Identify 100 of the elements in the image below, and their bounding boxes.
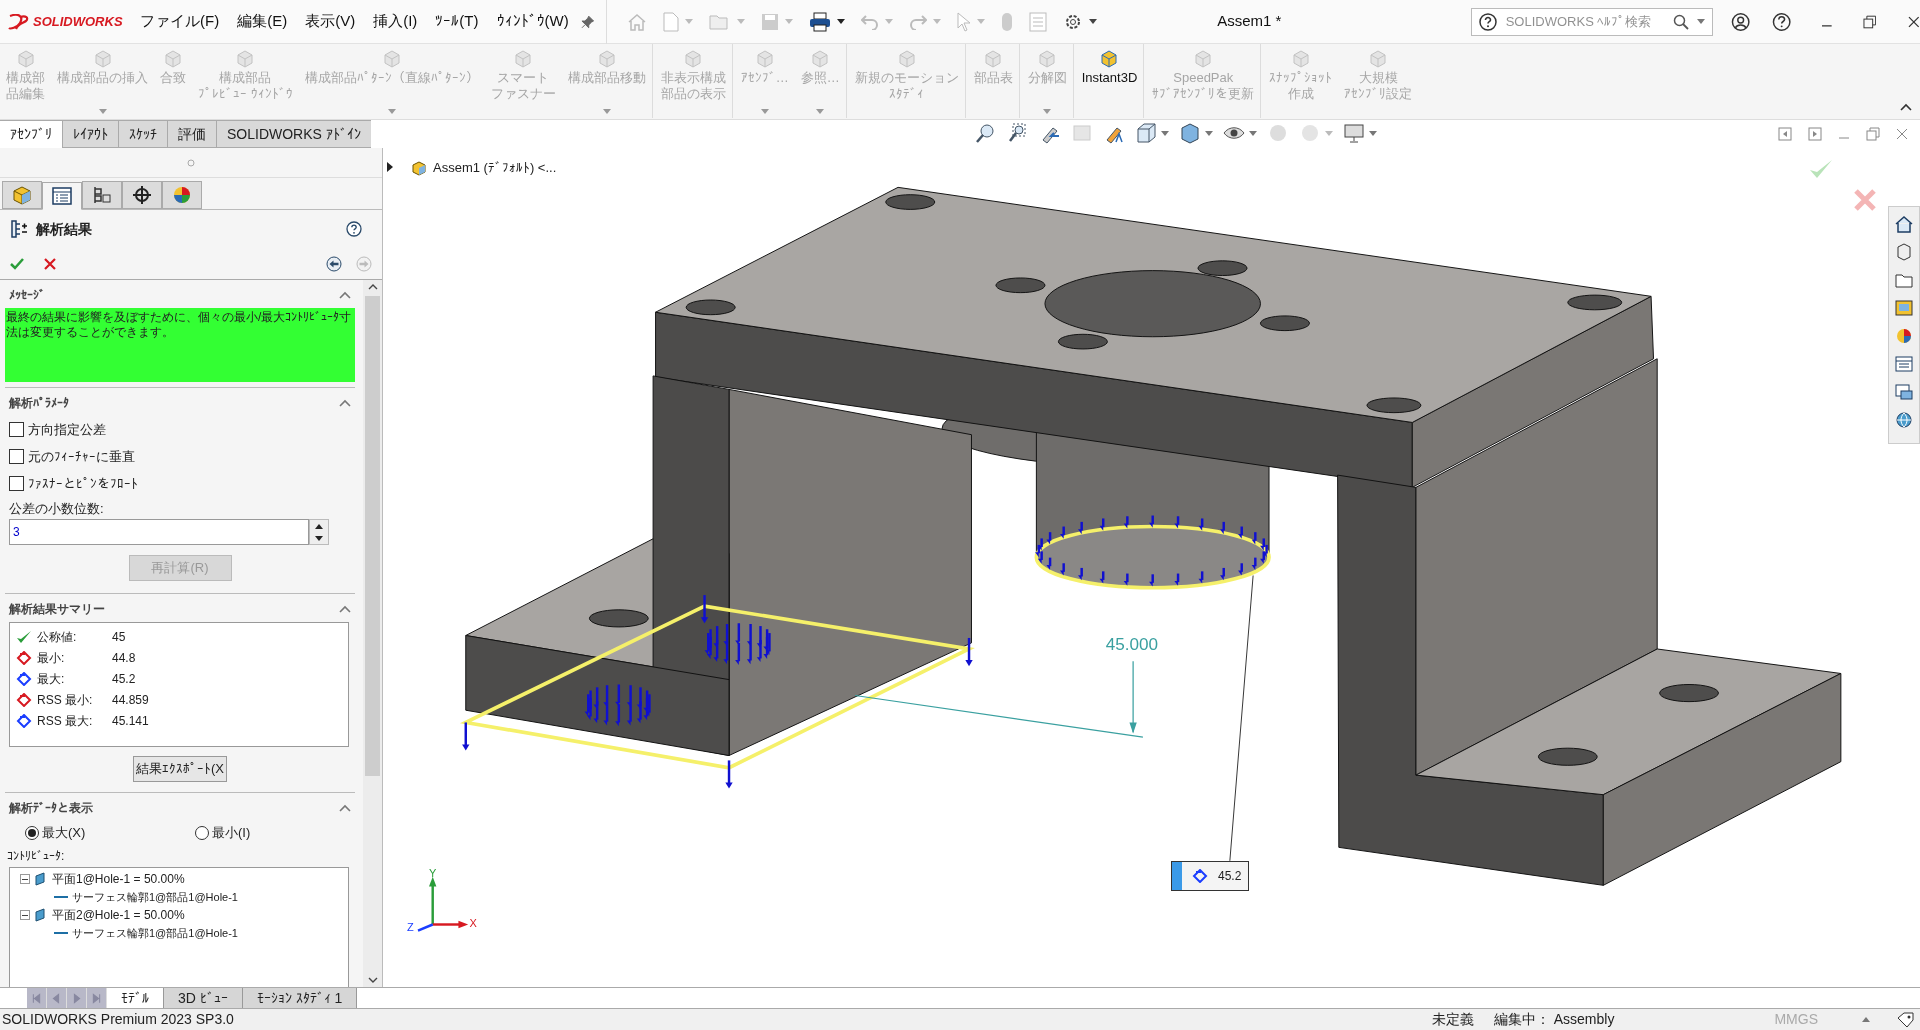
document-tab[interactable]: 3D ﾋﾞｭｰ: [164, 988, 243, 1008]
export-button[interactable]: 結果ｴｸｽﾎﾟｰﾄ(X: [133, 756, 227, 782]
summary-label: RSS 最小:: [37, 691, 94, 709]
search-icon[interactable]: [1672, 13, 1689, 30]
caret-icon: [760, 109, 769, 114]
zoom-to-fit-icon[interactable]: [975, 122, 997, 144]
previous-document-icon[interactable]: [1778, 127, 1792, 141]
cube-icon: [810, 50, 831, 68]
ds-logo-icon: [8, 13, 30, 30]
restore-icon[interactable]: [1862, 14, 1877, 29]
zoom-area-icon[interactable]: [1007, 122, 1029, 144]
caret-up-icon[interactable]: [1862, 1017, 1870, 1022]
checkbox[interactable]: [9, 449, 24, 464]
cube-icon: [1099, 50, 1120, 68]
tag-icon[interactable]: [1896, 1011, 1914, 1028]
help-icon: [1478, 12, 1497, 31]
house-icon[interactable]: [1895, 215, 1913, 233]
scroll-down-icon[interactable]: [367, 977, 378, 983]
caret-icon: [1249, 130, 1257, 136]
menu-item[interactable]: 編集(E): [237, 10, 288, 33]
cube-icon: [1290, 50, 1311, 68]
monitor-icon[interactable]: [1343, 122, 1365, 144]
account-icon[interactable]: [1730, 11, 1750, 32]
section-heading: 解析ﾊﾟﾗﾒｰﾀ: [9, 395, 69, 412]
ok-check-icon[interactable]: [10, 257, 24, 270]
status-text: SOLIDWORKS Premium 2023 SP3.0: [1, 1010, 234, 1029]
confirm-check-icon[interactable]: [1808, 158, 1834, 180]
cube-icon: [754, 50, 775, 68]
radio-button[interactable]: [195, 826, 209, 840]
menu-item[interactable]: ｳｨﾝﾄﾞｳ(W): [496, 10, 569, 33]
edge-line-icon: [54, 895, 68, 899]
document-tab[interactable]: ﾓｰｼｮﾝ ｽﾀﾃﾞｨ 1: [242, 988, 358, 1008]
message-text: 最終の結果に影響を及ぼすために、個々の最小/最大ｺﾝﾄﾘﾋﾞｭｰﾀ寸法は変更することができます。: [5, 308, 355, 382]
ribbon-label: ｽﾅｯﾌﾟｼｮｯﾄ: [1269, 70, 1333, 86]
color-wheel-icon: [171, 185, 193, 205]
ribbon-button[interactable]: Instant3D: [1075, 44, 1145, 118]
caret-icon: [1369, 130, 1377, 136]
scroll-up-icon[interactable]: [367, 284, 378, 290]
globe-icon[interactable]: [1895, 411, 1913, 429]
folder-icon[interactable]: [1895, 271, 1913, 289]
caret-icon: [387, 109, 396, 114]
display-style-icon[interactable]: [1179, 122, 1201, 144]
caret-icon: [1161, 130, 1169, 136]
decimals-input[interactable]: 3: [9, 519, 309, 545]
cube-icon: [381, 50, 402, 68]
check-icon: [16, 629, 32, 644]
caret-icon: [885, 19, 894, 24]
tree-item[interactable]: サーフェス輪郭1@部品1@Hole-1: [72, 888, 238, 906]
ribbon-label: ｽﾀﾃﾞｨ: [889, 86, 925, 102]
spinner[interactable]: [309, 519, 329, 545]
command-tab[interactable]: 評価: [167, 120, 216, 148]
cube-icon: [15, 50, 36, 68]
tree-item[interactable]: 平面2@Hole-1 = 50.00%: [52, 906, 185, 924]
cube-icon: [896, 50, 917, 68]
menu-item[interactable]: ファイル(F): [140, 10, 220, 33]
help-icon[interactable]: [346, 221, 362, 237]
summary-value: 44.8: [112, 649, 136, 667]
next-document-icon[interactable]: [1808, 127, 1822, 141]
section-heading: ﾒｯｾｰｼﾞ: [9, 287, 45, 304]
collapse-chevron-icon[interactable]: [1900, 103, 1912, 111]
cancel-x-icon[interactable]: [44, 257, 56, 270]
help-search-field[interactable]: SOLIDWORKS ﾍﾙﾌﾟ検索: [1470, 7, 1713, 36]
summary-label: 最小:: [37, 649, 66, 667]
command-tab[interactable]: ﾚｲｱｳﾄ: [62, 120, 118, 148]
scrollbar[interactable]: [363, 280, 382, 987]
grip-dot-icon[interactable]: [187, 158, 195, 167]
table-icon[interactable]: [1895, 355, 1913, 373]
tree-toggle[interactable]: [20, 874, 30, 884]
checkbox[interactable]: [9, 476, 24, 491]
close-icon[interactable]: [1908, 15, 1920, 28]
palette-icon[interactable]: [1895, 299, 1913, 317]
ribbon-label: 新規のモーション: [854, 70, 959, 86]
panel-expand-icon[interactable]: [387, 162, 393, 172]
breadcrumb-text[interactable]: Assem1 (ﾃﾞﾌｫﾙﾄ) <...: [433, 158, 557, 178]
axis-triad-icon: [417, 876, 469, 932]
panel-tab[interactable]: [122, 181, 162, 209]
window-list-icon[interactable]: [1895, 383, 1913, 401]
menu-item[interactable]: 表示(V): [305, 10, 356, 33]
view-orientation-icon[interactable]: [1135, 122, 1157, 144]
menu-item[interactable]: ﾂｰﾙ(T): [435, 10, 479, 33]
result-callout[interactable]: 45.2: [1171, 861, 1249, 891]
tree-item[interactable]: サーフェス輪郭1@部品1@Hole-1: [72, 924, 238, 942]
checkbox[interactable]: [9, 422, 24, 437]
menu-item[interactable]: 挿入(I): [373, 10, 418, 33]
help-icon[interactable]: [1771, 11, 1792, 32]
field-label: 公差の小数位数:: [8, 500, 105, 518]
tree-toggle[interactable]: [20, 910, 30, 920]
command-tab[interactable]: SOLIDWORKS ｱﾄﾞｲﾝ: [216, 120, 371, 148]
radio-button[interactable]: [25, 826, 39, 840]
command-tab[interactable]: ｽｹｯﾁ: [118, 120, 167, 148]
spin-up-icon[interactable]: [315, 523, 323, 529]
caret-icon: [315, 535, 323, 541]
scroll-thumb[interactable]: [365, 296, 380, 776]
pin-icon[interactable]: [580, 14, 595, 29]
cube-icon: [1037, 50, 1058, 68]
color-wheel-icon[interactable]: [1895, 327, 1913, 345]
cube-icon: [11, 185, 33, 205]
print-icon[interactable]: [809, 11, 832, 32]
tree-item[interactable]: 平面1@Hole-1 = 50.00%: [52, 870, 185, 888]
panel-tab[interactable]: [42, 182, 82, 210]
